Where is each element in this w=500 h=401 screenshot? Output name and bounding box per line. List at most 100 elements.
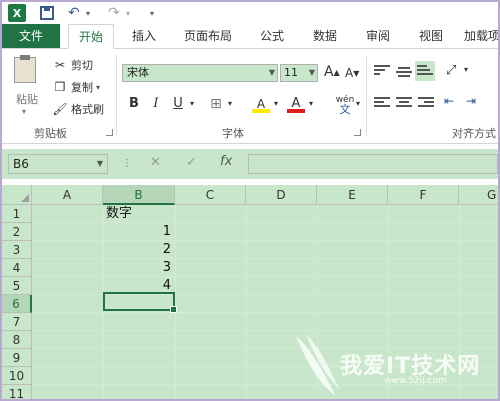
save-icon[interactable] xyxy=(40,6,54,20)
format-painter-icon: 🖌 xyxy=(52,102,68,116)
ribbon-tabs: 文件 开始 插入 页面布局 公式 数据 审阅 视图 加载项 xyxy=(2,24,498,49)
cell-b3[interactable]: 2 xyxy=(103,241,171,259)
excel-logo: X xyxy=(8,4,26,22)
italic-button[interactable]: I xyxy=(148,95,164,113)
select-all-button[interactable] xyxy=(2,185,32,205)
paste-dropdown-icon[interactable]: ▾ xyxy=(22,107,26,116)
row-header-11[interactable]: 11 xyxy=(2,385,32,399)
redo-icon[interactable]: ↷ xyxy=(108,4,120,22)
increase-indent-icon[interactable]: ⇥ xyxy=(466,94,476,108)
chevron-down-icon[interactable]: ▼ xyxy=(269,65,275,81)
font-color-button[interactable]: A xyxy=(287,95,305,113)
fill-color-button[interactable]: A xyxy=(252,95,270,113)
customize-quick-access-icon[interactable]: ▾ xyxy=(150,4,154,22)
copy-button[interactable]: ❐ 复制 ▾ xyxy=(52,79,100,95)
undo-dropdown-icon[interactable]: ▾ xyxy=(86,4,90,22)
column-header-f[interactable]: F xyxy=(388,185,459,205)
orientation-dropdown-icon[interactable]: ▾ xyxy=(464,65,468,74)
phonetic-dropdown-icon[interactable]: ▾ xyxy=(354,95,362,113)
column-header-d[interactable]: D xyxy=(246,185,317,205)
tab-addins[interactable]: 加载项 xyxy=(464,24,498,48)
tab-data[interactable]: 数据 xyxy=(305,24,345,48)
column-header-g[interactable]: G xyxy=(459,185,498,205)
chevron-down-icon[interactable]: ▼ xyxy=(309,65,315,81)
row-header-6[interactable]: 6 xyxy=(2,295,32,313)
bold-button[interactable]: B xyxy=(126,95,142,113)
font-color-icon: A xyxy=(291,96,301,111)
cancel-icon[interactable]: ✕ xyxy=(150,155,161,170)
font-size-select[interactable]: 11 ▼ xyxy=(280,64,318,82)
fill-color-dropdown-icon[interactable]: ▾ xyxy=(272,95,280,113)
insert-function-button[interactable]: fx xyxy=(220,154,232,169)
enter-icon[interactable]: ✓ xyxy=(186,155,197,170)
cell-b1[interactable]: 数字 xyxy=(106,205,132,223)
tab-view[interactable]: 视图 xyxy=(411,24,451,48)
column-header-a[interactable]: A xyxy=(32,185,103,205)
row-header-4[interactable]: 4 xyxy=(2,259,32,277)
name-box[interactable]: B6 ▼ xyxy=(8,154,108,174)
paste-button-label[interactable]: 粘贴 xyxy=(16,91,38,107)
formula-bar-grip-icon: ⋮ xyxy=(122,158,132,169)
decrease-indent-icon[interactable]: ⇤ xyxy=(444,94,454,108)
font-launcher-icon[interactable] xyxy=(354,129,361,136)
shrink-font-button[interactable]: A ▼ xyxy=(345,66,359,80)
align-right-icon[interactable] xyxy=(418,97,434,109)
title-bar: X ↶ ▾ ↷ ▾ ▾ xyxy=(2,2,498,24)
gridline xyxy=(175,205,176,399)
underline-button[interactable]: U xyxy=(170,95,186,113)
gridline xyxy=(246,205,247,399)
tab-home[interactable]: 开始 xyxy=(68,24,114,49)
active-cell-b6[interactable] xyxy=(103,292,177,313)
font-name-value: 宋体 xyxy=(127,66,149,79)
chevron-down-icon[interactable]: ▼ xyxy=(97,155,103,173)
formula-input[interactable] xyxy=(248,154,498,174)
tab-file[interactable]: 文件 xyxy=(2,24,60,48)
underline-dropdown-icon[interactable]: ▾ xyxy=(188,95,196,113)
gridline xyxy=(32,312,498,313)
gridline xyxy=(32,276,498,277)
font-color-dropdown-icon[interactable]: ▾ xyxy=(307,95,315,113)
tab-review[interactable]: 审阅 xyxy=(358,24,398,48)
column-header-c[interactable]: C xyxy=(175,185,246,205)
grow-font-button[interactable]: A ▲ xyxy=(324,64,340,80)
cell-b2[interactable]: 1 xyxy=(103,223,171,241)
phonetic-icon: 文 xyxy=(339,103,351,116)
font-size-value: 11 xyxy=(284,66,298,79)
align-center-icon[interactable] xyxy=(396,97,412,109)
row-header-1[interactable]: 1 xyxy=(2,205,32,223)
row-header-2[interactable]: 2 xyxy=(2,223,32,241)
orientation-icon[interactable]: ⤢ xyxy=(446,63,456,78)
row-header-10[interactable]: 10 xyxy=(2,367,32,385)
row-header-5[interactable]: 5 xyxy=(2,277,32,295)
top-align-icon[interactable] xyxy=(374,65,390,77)
tab-insert[interactable]: 插入 xyxy=(124,24,164,48)
column-header-b[interactable]: B xyxy=(103,185,175,205)
scissors-icon: ✂ xyxy=(54,58,66,72)
row-header-9[interactable]: 9 xyxy=(2,349,32,367)
divider xyxy=(116,55,117,137)
row-header-7[interactable]: 7 xyxy=(2,313,32,331)
cut-button[interactable]: ✂ 剪切 xyxy=(52,57,93,73)
paste-icon[interactable] xyxy=(14,55,36,83)
tab-page-layout[interactable]: 页面布局 xyxy=(178,24,238,48)
cell-b4[interactable]: 3 xyxy=(103,259,171,277)
format-painter-button[interactable]: 🖌 格式刷 xyxy=(52,101,104,117)
undo-icon[interactable]: ↶ xyxy=(68,4,80,22)
format-painter-label: 格式刷 xyxy=(71,103,104,116)
clipboard-launcher-icon[interactable] xyxy=(106,129,113,136)
border-dropdown-icon[interactable]: ▾ xyxy=(226,95,234,113)
font-name-select[interactable]: 宋体 ▼ xyxy=(122,64,278,82)
watermark: 我爱IT技术网 www.52ij.com xyxy=(292,330,498,399)
tab-formulas[interactable]: 公式 xyxy=(252,24,292,48)
fill-color-icon: A xyxy=(256,97,266,111)
align-left-icon[interactable] xyxy=(374,97,390,109)
gridline xyxy=(32,258,498,259)
row-header-3[interactable]: 3 xyxy=(2,241,32,259)
copy-dropdown-icon[interactable]: ▾ xyxy=(96,83,100,92)
redo-dropdown-icon[interactable]: ▾ xyxy=(126,4,130,22)
border-icon[interactable]: ⊞ xyxy=(207,95,225,113)
middle-align-icon[interactable] xyxy=(396,67,412,79)
row-header-8[interactable]: 8 xyxy=(2,331,32,349)
column-header-e[interactable]: E xyxy=(317,185,388,205)
bottom-align-icon[interactable] xyxy=(415,61,435,81)
